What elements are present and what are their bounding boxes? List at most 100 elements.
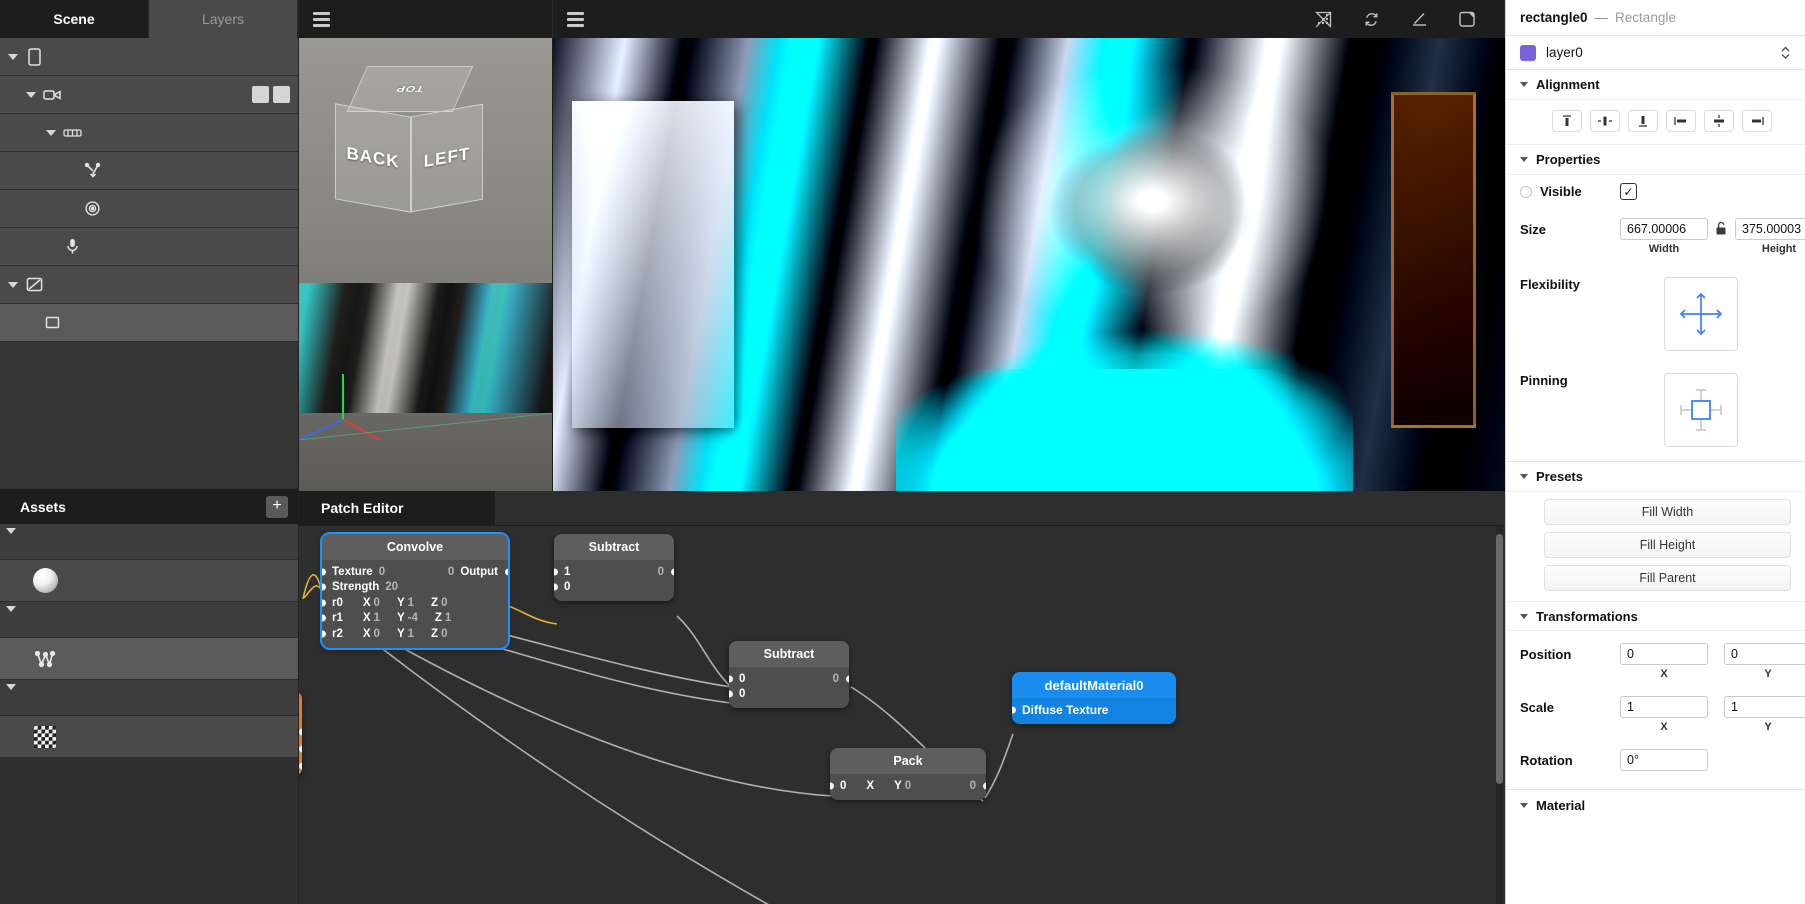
width-input[interactable]: 667.00006 — [1620, 218, 1708, 240]
fill-parent-button[interactable]: Fill Parent — [1544, 565, 1791, 591]
scale-y-input[interactable]: 1 — [1724, 696, 1805, 718]
align-center-icon[interactable] — [1704, 110, 1734, 132]
patch-port-row[interactable]: r1 X 1 Y -4 Z 1 — [322, 611, 508, 627]
scene-tree-item-directionallight0[interactable] — [0, 152, 298, 190]
chevron-down-icon[interactable] — [24, 88, 38, 102]
height-input[interactable]: 375.00003 — [1735, 218, 1805, 240]
rotation-input[interactable]: 0° — [1620, 749, 1708, 771]
section-material[interactable]: Material — [1506, 790, 1805, 820]
asset-group-patches[interactable] — [0, 602, 298, 638]
patch-scrollbar-thumb[interactable] — [1496, 534, 1503, 784]
patch-input-port[interactable] — [322, 583, 326, 591]
patch-input-port[interactable] — [729, 675, 733, 683]
camera-badge-f[interactable] — [252, 86, 269, 103]
scene-tree-item-camera[interactable] — [0, 76, 298, 114]
align-top-icon[interactable] — [1552, 110, 1582, 132]
chevron-down-icon[interactable] — [6, 528, 16, 549]
patch-input-port[interactable] — [830, 782, 834, 790]
visible-radio-icon[interactable] — [1520, 185, 1532, 198]
scene-3d-viewport[interactable]: TOP BACK LEFT — [299, 38, 553, 491]
section-presets[interactable]: Presets — [1506, 462, 1805, 492]
patch-axis-value[interactable]: 0 — [441, 628, 447, 640]
draw-icon[interactable] — [1408, 8, 1430, 30]
patch-port-row[interactable]: 00 — [729, 671, 849, 687]
patch-input-port[interactable] — [322, 568, 326, 576]
patch-port-row[interactable]: 0 — [729, 687, 849, 703]
patch-output-port[interactable] — [504, 568, 508, 576]
patch-input-port[interactable] — [1012, 706, 1016, 714]
asset-group-textures[interactable] — [0, 680, 298, 716]
unlocked-icon[interactable] — [1715, 218, 1728, 239]
asset-item-defaultmaterial0[interactable] — [0, 560, 298, 602]
patch-input-port[interactable] — [729, 690, 733, 698]
section-alignment[interactable]: Alignment — [1506, 70, 1805, 100]
patch-port-row[interactable]: 0 — [554, 580, 674, 596]
patch-canvas[interactable]: Convolve Texture 0 0 Output Strength 20 r0 X 0 Y 1 Z… — [299, 526, 1505, 904]
patch-port-row[interactable]: 10 — [554, 564, 674, 580]
patch-input-port[interactable] — [554, 568, 558, 576]
simulator-preview[interactable] — [553, 38, 1505, 491]
patch-port-row[interactable]: 0XY00 — [830, 778, 986, 794]
hamburger-icon[interactable] — [567, 11, 584, 27]
grid-toggle-icon[interactable] — [1312, 8, 1334, 30]
patch-scrollbar-track[interactable] — [1496, 526, 1503, 904]
scene-tree-item-device[interactable] — [0, 38, 298, 76]
chevron-down-icon[interactable] — [6, 684, 16, 705]
patch-port-row[interactable]: RGB — [299, 740, 302, 757]
tab-layers[interactable]: Layers — [149, 0, 298, 38]
patch-axis-value[interactable]: 0 — [441, 597, 447, 609]
patch-input-port[interactable] — [554, 583, 558, 591]
chevron-updown-icon[interactable] — [1780, 45, 1791, 60]
patch-node-pack[interactable]: Pack 0 X Y 0 0 — [830, 748, 986, 800]
patch-port-value[interactable]: 20 — [385, 581, 398, 593]
scale-x-input[interactable]: 1 — [1620, 696, 1708, 718]
patch-node-rgba[interactable]: RGBARGBA0 — [299, 691, 302, 776]
patch-port-row[interactable]: Strength 20 — [322, 580, 508, 596]
layer-selector[interactable]: layer0 — [1506, 36, 1805, 70]
camera-front-back-badges[interactable] — [252, 86, 290, 103]
patch-axis-value[interactable]: 1 — [408, 628, 414, 640]
patch-editor[interactable]: Convolve Texture 0 0 Output Strength 20 r0 X 0 Y 1 Z… — [299, 525, 1505, 904]
hamburger-icon[interactable] — [313, 11, 330, 27]
patch-output-port[interactable] — [299, 745, 302, 752]
section-transformations[interactable]: Transformations — [1506, 601, 1805, 631]
position-x-input[interactable]: 0 — [1620, 643, 1708, 665]
chevron-down-icon[interactable] — [6, 50, 20, 64]
tab-scene[interactable]: Scene — [0, 0, 149, 38]
patch-axis-value[interactable]: 1 — [445, 612, 451, 624]
align-bottom-icon[interactable] — [1628, 110, 1658, 132]
patch-output-port[interactable] — [982, 782, 986, 790]
patch-port-row[interactable]: r2 X 0 Y 1 Z 0 — [322, 626, 508, 642]
patch-output-port[interactable] — [670, 568, 674, 576]
chevron-down-icon[interactable] — [44, 126, 58, 140]
visible-checkbox[interactable]: ✓ — [1620, 183, 1637, 200]
align-left-icon[interactable] — [1666, 110, 1696, 132]
patch-axis-value[interactable]: 1 — [408, 597, 414, 609]
patch-input-port[interactable] — [322, 614, 326, 622]
patch-output-port[interactable] — [845, 675, 849, 683]
patch-port-row[interactable]: r0 X 0 Y 1 Z 0 — [322, 595, 508, 611]
patch-port-row[interactable]: RGBA — [299, 723, 302, 740]
patch-node-subtract2[interactable]: Subtract 0 0 0 — [729, 641, 849, 708]
tab-patch-editor[interactable]: Patch Editor — [299, 491, 495, 525]
position-y-input[interactable]: 0 — [1724, 643, 1805, 665]
fill-height-button[interactable]: Fill Height — [1544, 532, 1791, 558]
scene-tree-item-ambientlight0[interactable] — [0, 190, 298, 228]
camera-badge-b[interactable] — [273, 86, 290, 103]
patch-node-subtract1[interactable]: Subtract 1 0 0 — [554, 534, 674, 601]
patch-axis-value[interactable]: 0 — [905, 780, 911, 792]
align-right-icon[interactable] — [1742, 110, 1772, 132]
panel-toggle-icon[interactable] — [1456, 8, 1478, 30]
reset-icon[interactable] — [1360, 8, 1382, 30]
patch-axis-value[interactable]: 0 — [374, 597, 380, 609]
pinning-center-icon[interactable] — [1664, 373, 1738, 447]
scene-tree-item-rectangle0[interactable] — [0, 304, 298, 342]
patch-port-row[interactable]: A0 — [299, 757, 302, 774]
patch-axis-value[interactable]: 1 — [374, 612, 380, 624]
four-arrows-icon[interactable] — [1664, 277, 1738, 351]
patch-node-convolve[interactable]: Convolve Texture 0 0 Output Strength 20 r0 X 0 Y 1 Z… — [320, 532, 510, 650]
patch-port-row[interactable]: Texture 0 0 Output — [322, 564, 508, 580]
chevron-down-icon[interactable] — [6, 606, 16, 627]
scene-tree-item-canvas0[interactable] — [0, 266, 298, 304]
asset-group-materials[interactable] — [0, 524, 298, 560]
